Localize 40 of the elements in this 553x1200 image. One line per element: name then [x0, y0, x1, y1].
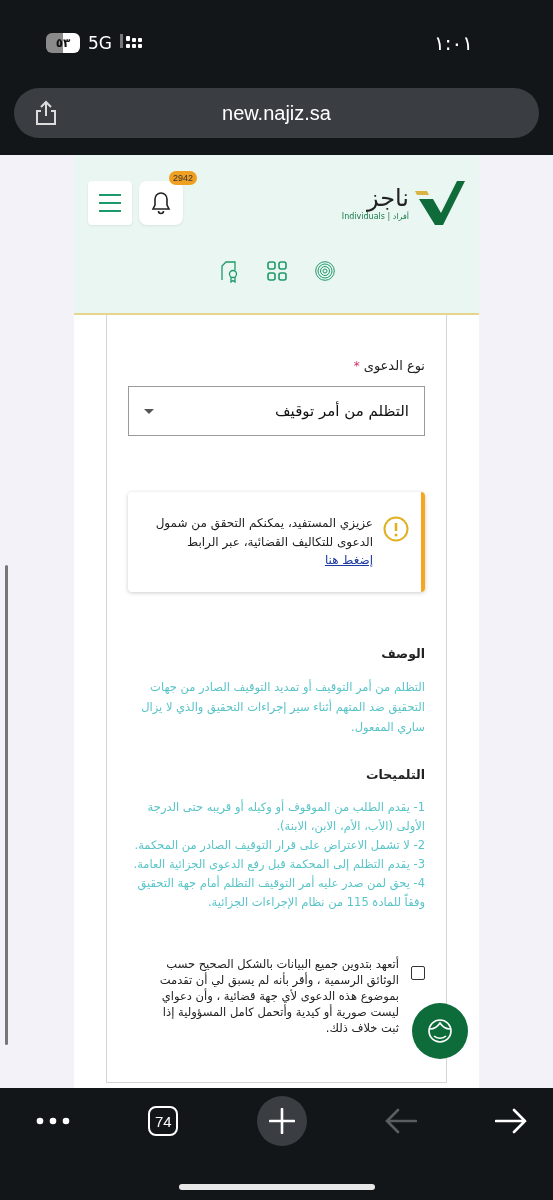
hint-item: 2- لا تشمل الاعتراض على قرار التوقيف الصادر من المحكمة. — [133, 837, 425, 855]
forward-button[interactable] — [495, 1108, 527, 1134]
forward-arrow-icon — [495, 1108, 527, 1134]
back-arrow-icon — [384, 1108, 417, 1134]
certificate-icon[interactable] — [218, 261, 239, 283]
claim-type-select[interactable]: التظلم من أمر توقيف — [128, 386, 425, 436]
section-title: التلميحات — [365, 767, 425, 783]
logo-subtitle: Individuals | أفراد — [341, 211, 409, 221]
hint-item: 3- يقدم التظلم إلى المحكمة قبل رفع الدعوى الجزائية العامة. — [132, 856, 425, 874]
logo-icon — [413, 179, 465, 227]
required-mark: * — [353, 359, 360, 373]
description-text: التظلم من أمر التوقيف أو تمديد التوقيف الصادر من جهات التحقيق ضد المتهم أثناء سير إجراءات التحقيق والذي لا يزال ساري المفعول. — [140, 678, 425, 737]
clock: ١:٠١ — [434, 31, 473, 55]
warning-icon — [383, 516, 409, 542]
bell-icon — [151, 191, 171, 215]
battery-icon: ٥٣ — [46, 33, 80, 53]
caret-icon — [144, 408, 154, 414]
url-text: new.najiz.sa — [222, 101, 331, 125]
notification-badge: 2942 — [168, 171, 197, 185]
plus-icon — [268, 1108, 295, 1134]
menu-icon — [98, 193, 122, 213]
network-label: 5G — [88, 33, 112, 53]
field-label: نوع الدعوى — [363, 358, 425, 373]
more-button[interactable] — [36, 1117, 70, 1125]
address-bar[interactable]: new.najiz.sa — [14, 88, 539, 138]
alert-link[interactable]: إضغط هنا — [324, 553, 373, 568]
hint-item: 4- يحق لمن صدر عليه أمر التوقيف التظلم أمام جهة التحقيق وفقاً للمادة 115 من نظام الإجراءات الجزائية. — [136, 874, 425, 911]
alert-text: عزيزي المستفيد، يمكنكم التحقق من شمول الدعوى للتكاليف القضائية، عبر الرابط إضغط هنا — [154, 515, 373, 570]
grid-icon[interactable] — [266, 261, 287, 281]
notification-button[interactable] — [139, 181, 183, 225]
tabs-button[interactable]: 74 — [148, 1106, 179, 1136]
agreement-text: أتعهد بتدوين جميع البيانات بالشكل الصحيح حسب الوثائق الرسمية ، وأقر بأنه لم يسبق لي أن تقدمت بموضوع هذه الدعوى لأي جهة قضائية ، وأن دعواي ليست صورية أو كيدية وأتحمل كامل المسؤولية إذا ثبت خلاف ذلك. — [158, 955, 399, 1037]
menu-button[interactable] — [88, 181, 132, 225]
more-icon — [36, 1117, 70, 1125]
section-title: الوصف — [380, 645, 425, 661]
new-tab-button[interactable] — [256, 1096, 307, 1146]
agreement-checkbox[interactable] — [411, 965, 425, 980]
logo-name: ناجز — [366, 185, 409, 212]
share-icon[interactable] — [34, 100, 58, 126]
hint-item: 1- يقدم الطلب من الموقوف أو وكيله أو قريبه حتى الدرجة الأولى (الأب، الأم، الابن، الابنة). — [146, 798, 425, 836]
